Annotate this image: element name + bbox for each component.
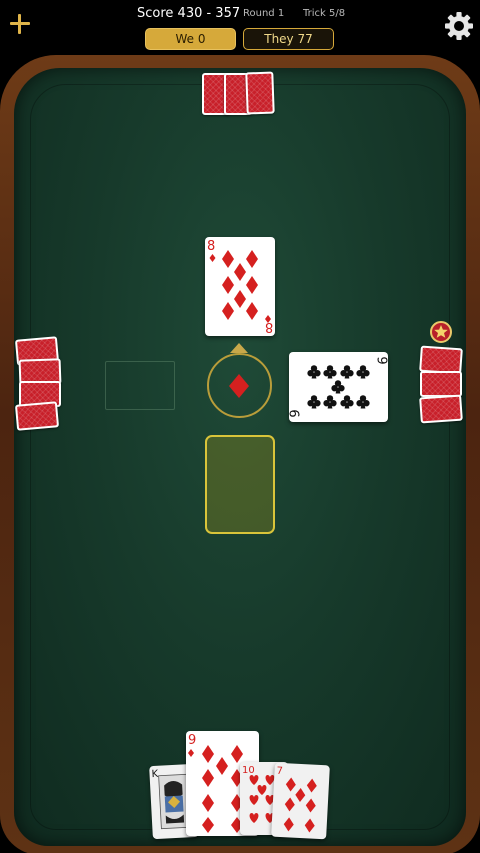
dealer-badge	[430, 321, 452, 343]
west-play-slot	[105, 361, 175, 410]
diamond-pips	[283, 777, 317, 833]
they-score-badge: They 77	[243, 28, 334, 50]
we-score-badge: We 0	[145, 28, 236, 50]
played-card-east: 9 9	[289, 352, 388, 422]
played-card-north: 8 8	[205, 237, 275, 336]
top-bar: Score 430 - 357 Round 1 Trick 5/8 We 0 T…	[0, 0, 480, 56]
score-text: Score 430 - 357	[137, 6, 241, 21]
player-play-slot[interactable]	[205, 435, 275, 534]
trick-text: Trick 5/8	[303, 8, 346, 19]
diamond-pips	[209, 250, 271, 323]
west-card-back	[14, 401, 60, 431]
hand-card-7-diamonds[interactable]: 7	[271, 762, 330, 840]
gear-icon[interactable]	[444, 11, 474, 41]
turn-arrow-icon	[230, 343, 248, 353]
east-card-back	[419, 394, 463, 424]
score-line: Score 430 - 357 Round 1 Trick 5/8	[0, 6, 480, 24]
east-card-back	[420, 371, 462, 397]
club-pips	[307, 365, 370, 409]
round-text: Round 1	[243, 8, 285, 19]
north-card-back	[245, 71, 275, 115]
diamond-icon	[229, 374, 249, 398]
star-icon	[434, 325, 448, 338]
